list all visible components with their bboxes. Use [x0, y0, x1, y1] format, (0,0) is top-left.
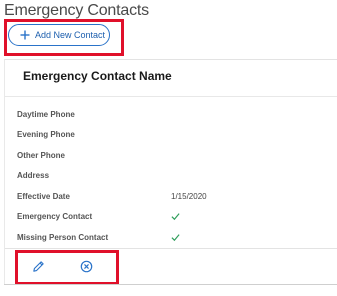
- field-label: Evening Phone: [17, 130, 75, 140]
- field-row-address: Address: [5, 166, 337, 187]
- field-list: Daytime Phone Evening Phone Other Phone …: [5, 104, 337, 248]
- field-row-evening-phone: Evening Phone: [5, 125, 337, 146]
- field-label: Effective Date: [17, 191, 70, 201]
- highlight-frame-add: [4, 19, 124, 56]
- field-label: Emergency Contact: [17, 212, 93, 222]
- page-title: Emergency Contacts: [4, 2, 149, 19]
- field-label: Other Phone: [17, 150, 66, 160]
- field-row-effective-date: Effective Date 1/15/2020: [5, 186, 337, 207]
- card-header: Emergency Contact Name: [5, 60, 337, 97]
- effective-date-value: 1/15/2020: [171, 191, 207, 201]
- check-icon: [171, 233, 180, 241]
- field-row-missing-person-contact: Missing Person Contact: [5, 227, 337, 248]
- check-icon: [171, 213, 180, 221]
- card-footer-divider: [5, 248, 337, 249]
- highlight-frame-actions: [15, 250, 119, 285]
- field-row-other-phone: Other Phone: [5, 145, 337, 166]
- card-title: Emergency Contact Name: [23, 69, 172, 83]
- field-row-emergency-contact: Emergency Contact: [5, 207, 337, 228]
- field-label: Missing Person Contact: [17, 232, 109, 242]
- bottom-divider: [4, 284, 337, 285]
- field-row-daytime-phone: Daytime Phone: [5, 104, 337, 125]
- field-label: Address: [17, 171, 50, 181]
- field-label: Daytime Phone: [17, 109, 75, 119]
